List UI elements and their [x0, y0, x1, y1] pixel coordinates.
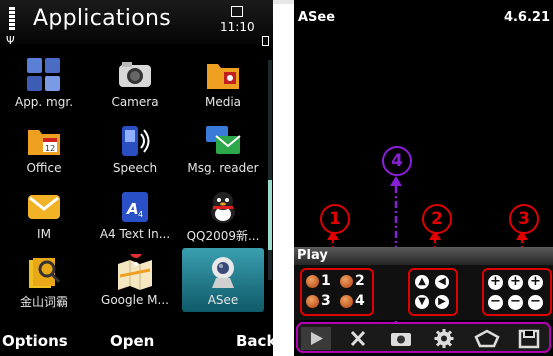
app-label: App. mgr. [14, 95, 74, 109]
settings-gear-icon[interactable] [429, 327, 459, 350]
page-title: Applications [33, 6, 171, 31]
asee-webcam-icon [212, 257, 234, 288]
applications-screen: Ψ Applications 11:10 App. mgr. Camera Me… [0, 0, 273, 356]
play-status: Play [297, 248, 328, 263]
keypad-icon [231, 6, 243, 17]
snapshot-icon[interactable] [386, 327, 416, 350]
tilt-down-button[interactable]: ▼ [415, 295, 429, 309]
status-bar: Play [294, 247, 553, 265]
zoom-out-button[interactable]: − [488, 295, 503, 310]
channel-selector: 1 2 3 4 [300, 268, 374, 316]
app-item-msg-reader[interactable]: Msg. reader [182, 116, 264, 180]
app-label: Office [26, 161, 62, 175]
pan-right-button[interactable]: ▶ [435, 295, 449, 309]
app-label: Msg. reader [187, 161, 259, 175]
scrollbar-thumb[interactable] [268, 180, 272, 250]
app-label: 金山词霸 [19, 295, 68, 309]
save-icon[interactable] [514, 327, 544, 350]
im-icon [28, 195, 60, 219]
app-item-google-maps[interactable]: Google M... [94, 248, 176, 312]
softkey-bar: Options Open Back [0, 327, 273, 356]
app-item-im[interactable]: IM [3, 182, 85, 246]
control-panel: 1 2 3 4 ▲ ◀ ▼ ▶ + + + − − − [294, 265, 553, 320]
callout-1: 1 [320, 204, 350, 234]
a4-text-icon: A 4 [122, 192, 148, 222]
status-bar: Ψ Applications 11:10 [0, 0, 273, 47]
asee-screen: ASee 4.6.21 1 2 3 4 Play 1 2 3 4 ▲ ◀ ▼ ▶… [294, 0, 553, 356]
callout-2: 2 [422, 204, 452, 234]
focus-out-button[interactable]: − [508, 295, 523, 310]
iris-close-button[interactable]: − [528, 295, 543, 310]
app-item-media[interactable]: Media [182, 50, 264, 114]
signal-strength-icon [9, 6, 17, 36]
app-label: IM [37, 227, 51, 241]
app-label: Media [204, 95, 242, 109]
app-label: Google M... [101, 293, 169, 307]
clock: 11:10 [220, 20, 255, 34]
pan-tilt-controls: ▲ ◀ ▼ ▶ [408, 268, 458, 316]
channel-4-label: 4 [355, 293, 365, 309]
app-item-dictionary[interactable]: 金山词霸 [3, 248, 85, 312]
media-icon [207, 64, 239, 89]
app-manager-icon [27, 58, 60, 91]
tilt-up-button[interactable]: ▲ [415, 275, 429, 289]
app-item-qq[interactable]: QQ2009新... [182, 182, 264, 246]
dictionary-icon [29, 258, 61, 288]
options-softkey[interactable]: Options [2, 332, 68, 350]
play-icon[interactable] [301, 327, 331, 350]
app-item-speech[interactable]: Speech [94, 116, 176, 180]
svg-text:A: A [126, 200, 139, 218]
app-grid: App. mgr. Camera Media 12 Office Speech … [0, 44, 268, 312]
favorites-icon[interactable] [472, 327, 502, 350]
zoom-focus-controls: + + + − − − [482, 268, 552, 316]
app-item-app-manager[interactable]: App. mgr. [3, 50, 85, 114]
scrollbar[interactable] [268, 60, 272, 280]
channel-4-icon[interactable] [340, 295, 353, 308]
app-label: A4 Text In... [99, 227, 171, 241]
app-item-a4-text[interactable]: A 4 A4 Text In... [94, 182, 176, 246]
app-label: Speech [112, 161, 158, 175]
office-icon: 12 [28, 130, 60, 155]
stop-icon[interactable] [343, 327, 373, 350]
channel-2-icon[interactable] [340, 275, 353, 288]
qq-icon [211, 192, 235, 223]
channel-1-icon[interactable] [306, 275, 319, 288]
channel-1-label: 1 [321, 273, 331, 289]
focus-in-button[interactable]: + [508, 275, 523, 290]
channel-3-label: 3 [321, 293, 331, 309]
open-softkey[interactable]: Open [110, 332, 154, 350]
app-label: ASee [207, 293, 239, 307]
app-label: QQ2009新... [186, 229, 260, 243]
bottom-toolbar [296, 322, 551, 353]
svg-text:4: 4 [138, 210, 143, 219]
pan-left-button[interactable]: ◀ [435, 275, 449, 289]
speech-icon [122, 126, 150, 156]
back-softkey[interactable]: Back [236, 332, 273, 350]
zoom-in-button[interactable]: + [488, 275, 503, 290]
app-item-camera[interactable]: Camera [94, 50, 176, 114]
msg-reader-icon [206, 126, 241, 154]
app-item-asee[interactable]: ASee [182, 248, 264, 312]
callout-4: 4 [382, 146, 412, 176]
app-item-office[interactable]: 12 Office [3, 116, 85, 180]
camera-icon [119, 62, 151, 87]
channel-2-label: 2 [355, 273, 365, 289]
callout-3: 3 [509, 204, 539, 234]
google-maps-icon [118, 254, 152, 290]
svg-text:12: 12 [45, 144, 55, 153]
iris-open-button[interactable]: + [528, 275, 543, 290]
app-label: Camera [111, 95, 159, 109]
channel-3-icon[interactable] [306, 295, 319, 308]
